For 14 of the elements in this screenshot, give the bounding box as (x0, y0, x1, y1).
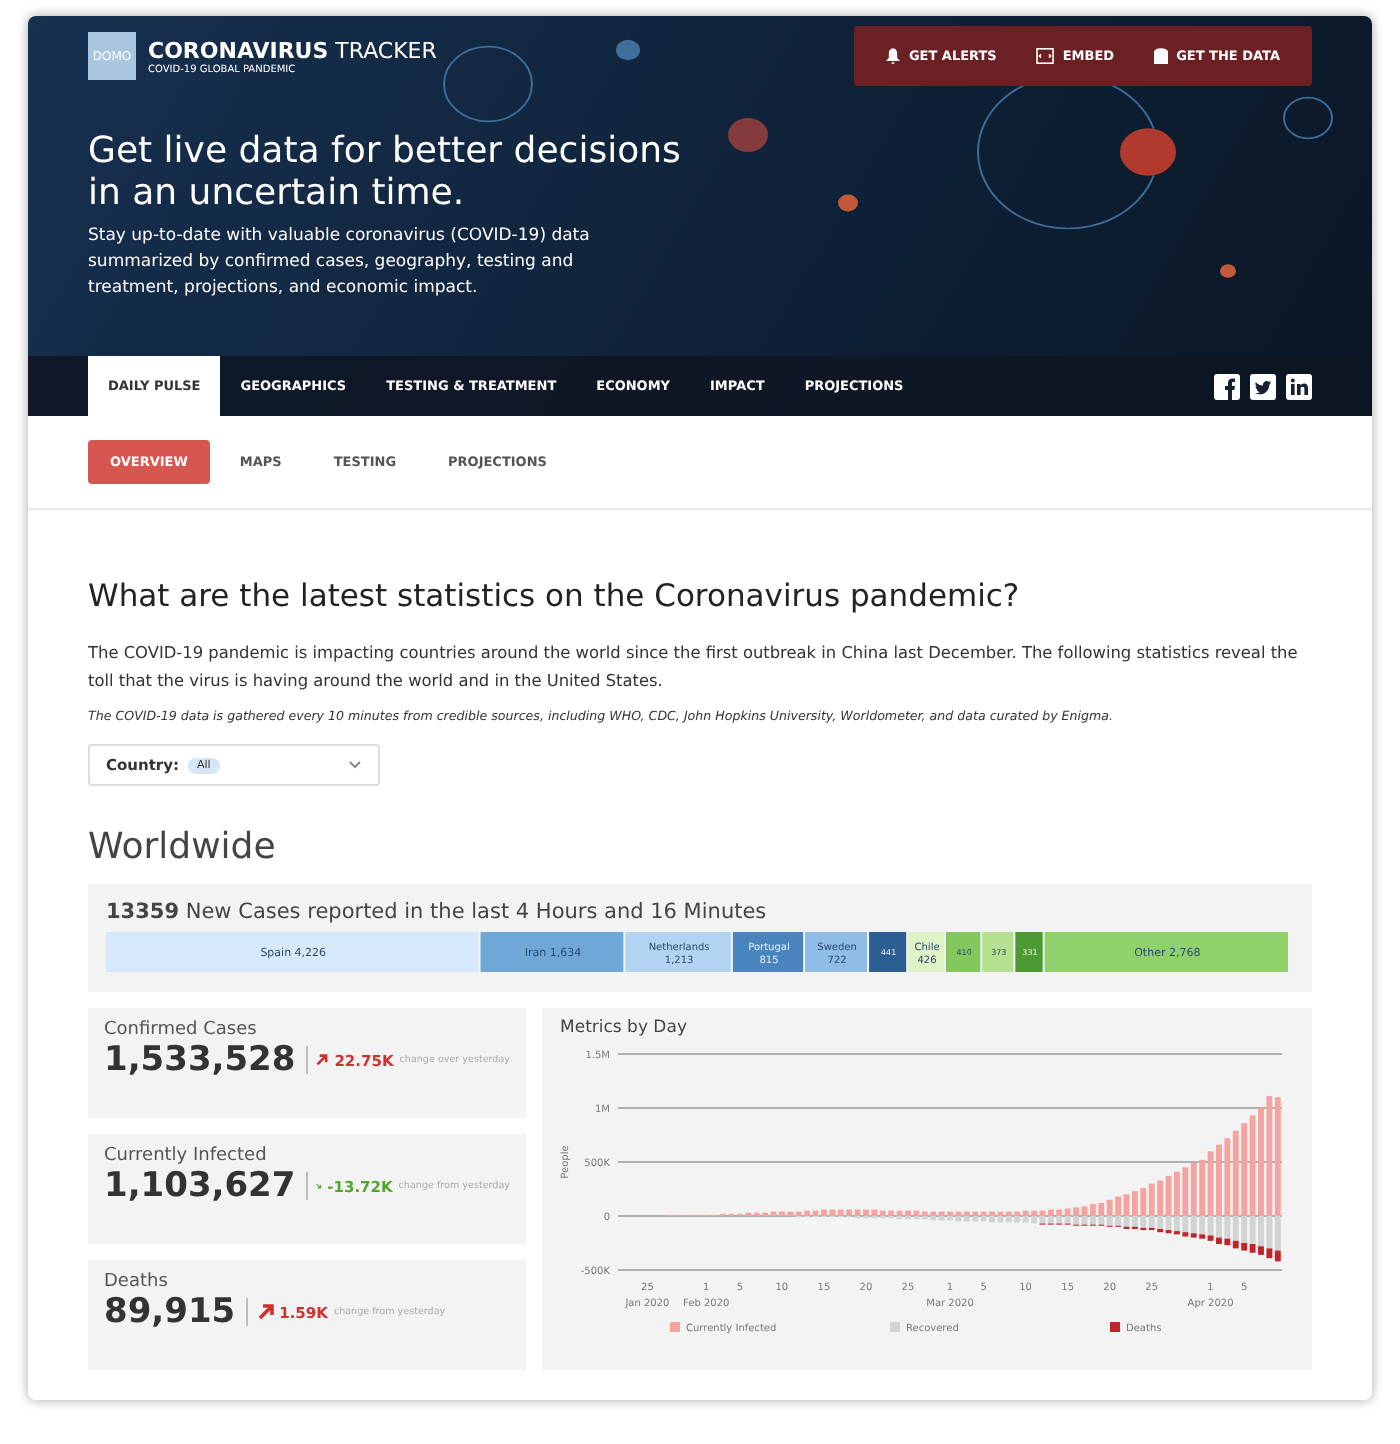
section-title: Worldwide (88, 826, 278, 868)
stat-value: 1,103,627 (104, 1166, 296, 1206)
description-text: The COVID-19 pandemic is impacting countries around the world since the first outbreak in China last December. The following statistics reveal the toll that the virus is having around the world and in the United States. (88, 640, 1300, 694)
hero-intro: Stay up-to-date with valuable coronavirus (COVID-19) data summarized by confirmed cases, geography, testing and treatment, projections, and economic impact. (88, 224, 592, 302)
stat-label: Deaths (104, 1272, 170, 1292)
site-title: CORONAVIRUS TRACKER (148, 37, 437, 63)
stat-label: Confirmed Cases (104, 1020, 259, 1040)
chart-title: Metrics by Day (560, 1018, 689, 1038)
stat-value: 1,533,528 (104, 1040, 296, 1080)
stat-label: Currently Infected (104, 1146, 269, 1166)
new-cases-text: 13359 New Cases reported in the last 4 Hours and 16 Minutes (106, 900, 769, 924)
stat-value: 89,915 (104, 1292, 236, 1332)
section-heading: What are the latest statistics on the Coronavirus pandemic? (88, 578, 1022, 614)
hero-headline: Get live data for better decisions in an uncertain time. (88, 130, 683, 214)
